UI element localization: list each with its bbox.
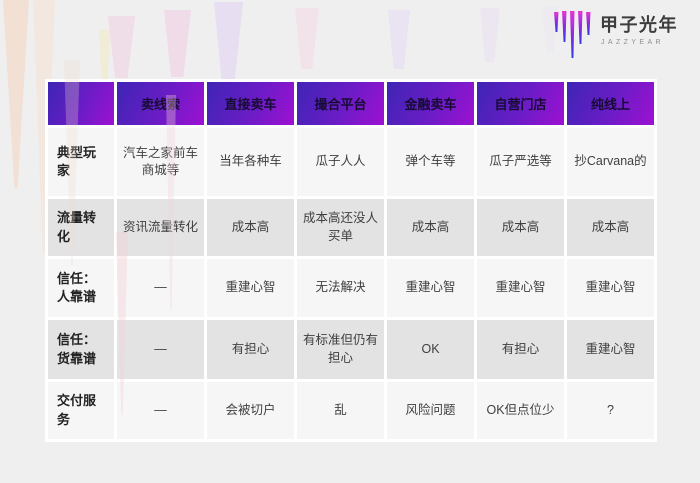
table-cell: 有担心 bbox=[477, 320, 564, 379]
column-header-pure-online: 纯线上 bbox=[567, 82, 654, 125]
slide-background: 甲子光年 JAZZYEAR 卖线索 直接卖车 撮合平台 金融卖车 自营门店 纯线… bbox=[0, 0, 700, 483]
table-cell: OK bbox=[387, 320, 474, 379]
table-cell: — bbox=[117, 320, 204, 379]
table-row: 信任：货靠谱 — 有担心 有标准但仍有担心 OK 有担心 重建心智 bbox=[48, 320, 654, 379]
table-row: 交付服务 — 会被切户 乱 风险问题 OK但点位少 ? bbox=[48, 382, 654, 439]
row-label: 信任：货靠谱 bbox=[48, 320, 114, 379]
table-row: 流量转化 资讯流量转化 成本高 成本高还没人买单 成本高 成本高 成本高 bbox=[48, 199, 654, 256]
table-cell: 成本高 bbox=[477, 199, 564, 256]
table-cell: 成本高 bbox=[207, 199, 294, 256]
table-cell: 重建心智 bbox=[387, 259, 474, 317]
table-cell: 风险问题 bbox=[387, 382, 474, 439]
column-header-matchmaking-platform: 撮合平台 bbox=[297, 82, 384, 125]
logo-subtitle: JAZZYEAR bbox=[600, 39, 678, 46]
logo-wordmark: 甲子光年 bbox=[600, 16, 678, 36]
table-cell: 成本高 bbox=[567, 199, 654, 256]
brush-streak bbox=[480, 8, 500, 62]
table-cell: 资讯流量转化 bbox=[117, 199, 204, 256]
comparison-table: 卖线索 直接卖车 撮合平台 金融卖车 自营门店 纯线上 典型玩家 汽车之家前车商… bbox=[45, 79, 657, 442]
table-cell: 乱 bbox=[297, 382, 384, 439]
brush-streak bbox=[3, 0, 29, 188]
jazzyear-logo-icon bbox=[553, 10, 591, 60]
brush-streak bbox=[164, 10, 191, 77]
row-label: 典型玩家 bbox=[48, 128, 114, 196]
table-cell: 无法解决 bbox=[297, 259, 384, 317]
table-header-row: 卖线索 直接卖车 撮合平台 金融卖车 自营门店 纯线上 bbox=[48, 82, 654, 125]
row-label: 交付服务 bbox=[48, 382, 114, 439]
row-label: 流量转化 bbox=[48, 199, 114, 256]
brush-streak bbox=[295, 8, 319, 69]
table-cell: 弹个车等 bbox=[387, 128, 474, 196]
column-header-sell-leads: 卖线索 bbox=[117, 82, 204, 125]
column-header-finance-sales: 金融卖车 bbox=[387, 82, 474, 125]
column-header-blank bbox=[48, 82, 114, 125]
column-header-direct-sales: 直接卖车 bbox=[207, 82, 294, 125]
table-cell: 瓜子人人 bbox=[297, 128, 384, 196]
table-cell: OK但点位少 bbox=[477, 382, 564, 439]
table-cell: 重建心智 bbox=[477, 259, 564, 317]
table-cell: 成本高还没人买单 bbox=[297, 199, 384, 256]
table-cell: 汽车之家前车商城等 bbox=[117, 128, 204, 196]
table-row: 信任：人靠谱 — 重建心智 无法解决 重建心智 重建心智 重建心智 bbox=[48, 259, 654, 317]
brush-streak bbox=[108, 16, 135, 78]
table-cell: 有担心 bbox=[207, 320, 294, 379]
table-cell: — bbox=[117, 259, 204, 317]
table-cell: — bbox=[117, 382, 204, 439]
table-row: 典型玩家 汽车之家前车商城等 当年各种车 瓜子人人 弹个车等 瓜子严选等 抄Ca… bbox=[48, 128, 654, 196]
table-cell: ? bbox=[567, 382, 654, 439]
table-cell: 瓜子严选等 bbox=[477, 128, 564, 196]
table-cell: 抄Carvana的 bbox=[567, 128, 654, 196]
brush-streak bbox=[214, 2, 243, 80]
jazzyear-logo: 甲子光年 JAZZYEAR bbox=[553, 10, 678, 60]
table-cell: 会被切户 bbox=[207, 382, 294, 439]
row-label: 信任：人靠谱 bbox=[48, 259, 114, 317]
table-cell: 重建心智 bbox=[567, 320, 654, 379]
table-cell: 成本高 bbox=[387, 199, 474, 256]
table-cell: 有标准但仍有担心 bbox=[297, 320, 384, 379]
column-header-own-stores: 自营门店 bbox=[477, 82, 564, 125]
brush-streak bbox=[388, 10, 410, 69]
table-cell: 重建心智 bbox=[207, 259, 294, 317]
table-cell: 当年各种车 bbox=[207, 128, 294, 196]
table-cell: 重建心智 bbox=[567, 259, 654, 317]
